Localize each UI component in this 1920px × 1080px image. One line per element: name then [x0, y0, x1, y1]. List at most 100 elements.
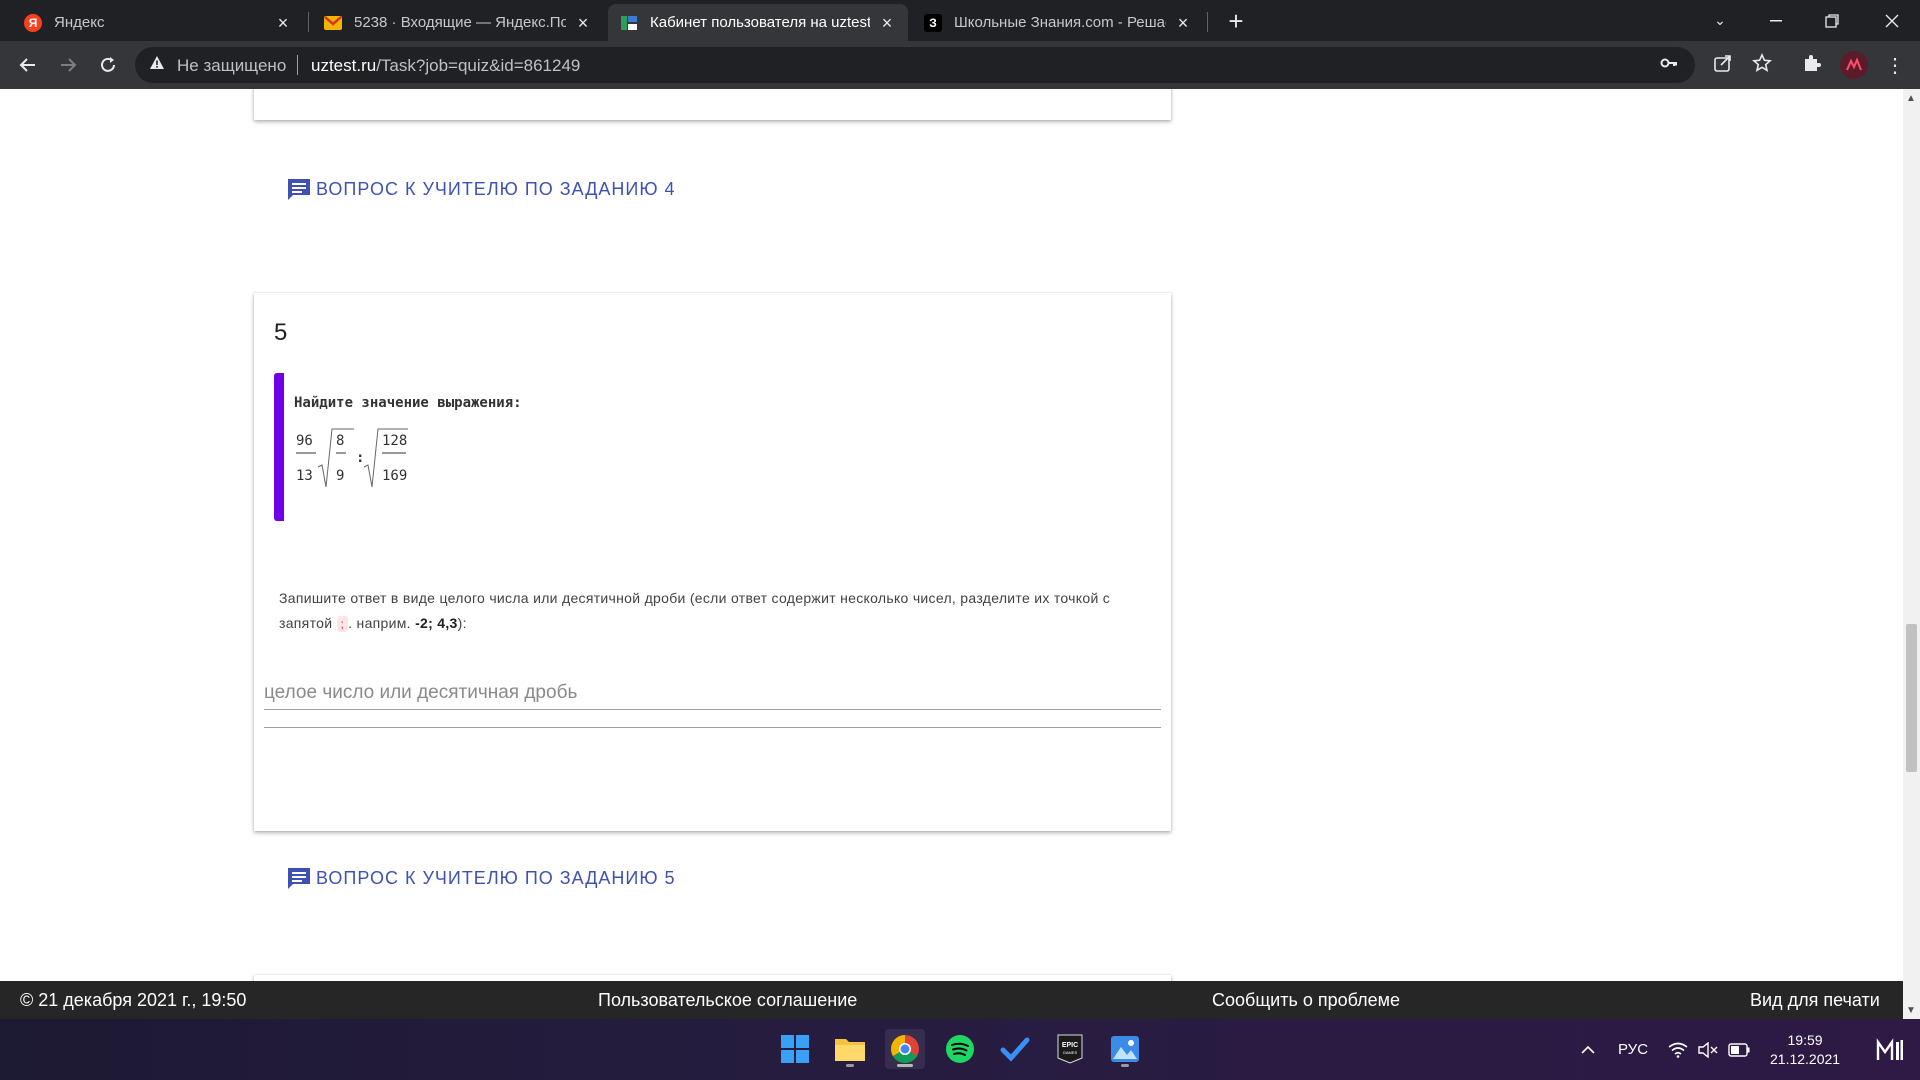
- tab-znanija[interactable]: З Школьные Знания.com - Решаем вместе ×: [912, 4, 1204, 41]
- tab-search-icon[interactable]: ⌄: [1692, 0, 1748, 41]
- wifi-icon[interactable]: [1668, 1019, 1688, 1080]
- profile-avatar[interactable]: [1840, 51, 1868, 79]
- footer-report-link[interactable]: Сообщить о проблеме: [1212, 990, 1400, 1011]
- notifications-icon[interactable]: [1876, 1019, 1904, 1080]
- insecure-label[interactable]: Не защищено: [177, 56, 286, 76]
- active-indicator: [897, 1064, 913, 1067]
- close-tab-icon[interactable]: ×: [274, 14, 292, 32]
- tab-title: Кабинет пользователя на uztest.ru: [650, 14, 870, 31]
- clock-date: 21.12.2021: [1770, 1051, 1841, 1067]
- close-tab-icon[interactable]: ×: [574, 14, 592, 32]
- answer-input[interactable]: [264, 676, 1161, 710]
- root2-numerator: 128: [382, 433, 407, 449]
- svg-text:GAMES: GAMES: [1063, 1050, 1078, 1055]
- checkmark-icon: [1000, 1037, 1030, 1062]
- battery-icon[interactable]: [1728, 1019, 1750, 1080]
- browser-toolbar: Не защищено uztest.ru/Task?job=quiz&id=8…: [0, 41, 1920, 89]
- tab-separator: [308, 12, 309, 32]
- epic-games-button[interactable]: EPIC GAMES: [1050, 1029, 1090, 1069]
- tab-mail[interactable]: 5238 · Входящие — Яндекс.Почта ×: [312, 4, 604, 41]
- tray-overflow-icon[interactable]: [1580, 1019, 1596, 1080]
- semicolon-code: ;: [336, 616, 349, 632]
- volume-muted-icon[interactable]: [1698, 1019, 1718, 1080]
- frac1-numerator: 96: [296, 433, 313, 449]
- question-accent-stripe: [274, 373, 284, 521]
- tab-separator: [1207, 12, 1208, 32]
- url-divider: [297, 55, 298, 75]
- root1-denominator: 9: [336, 468, 344, 484]
- share-icon[interactable]: [1713, 53, 1733, 79]
- svg-text:EPIC: EPIC: [1062, 1042, 1078, 1049]
- epic-games-icon: EPICGAMES: [1057, 1034, 1083, 1064]
- extensions-icon[interactable]: [1802, 53, 1822, 79]
- root2-denominator: 169: [382, 468, 407, 484]
- tab-title: Школьные Знания.com - Решаем вместе: [954, 14, 1166, 31]
- page-footer: © 21 декабря 2021 г., 19:50 Пользователь…: [0, 981, 1903, 1019]
- answer-underline: [264, 727, 1161, 728]
- page-scrollbar[interactable]: [1903, 89, 1920, 1019]
- new-tab-button[interactable]: +: [1222, 8, 1250, 36]
- running-indicator: [846, 1064, 854, 1067]
- close-tab-icon[interactable]: ×: [878, 14, 896, 32]
- tab-yandex[interactable]: Я Яндекс ×: [12, 4, 304, 41]
- chrome-button[interactable]: [885, 1029, 925, 1069]
- url-path: /Task?job=quiz&id=861249: [376, 56, 581, 75]
- back-button[interactable]: [14, 51, 42, 79]
- chat-icon: [288, 179, 310, 200]
- photos-icon: [1111, 1036, 1139, 1062]
- start-button[interactable]: [775, 1029, 815, 1069]
- ask-teacher-link-5[interactable]: Вопрос к учителю по заданию 5: [286, 866, 676, 890]
- running-indicator: [1121, 1064, 1129, 1067]
- division-operator: :: [356, 450, 364, 466]
- windows-taskbar: EPIC GAMES РУС 19:59 21.12.2021: [0, 1019, 1920, 1080]
- instruction-text-mid: . наприм.: [348, 615, 416, 631]
- reload-button[interactable]: [94, 51, 122, 79]
- yandex-icon: Я: [24, 13, 42, 32]
- mail-icon: [324, 14, 342, 32]
- instruction-text-end: ):: [457, 615, 467, 631]
- windows-icon: [781, 1035, 809, 1063]
- tab-title: 5238 · Входящие — Яндекс.Почта: [354, 14, 566, 31]
- math-expression: 96 13 8 9 : 128 169: [296, 428, 408, 488]
- uztest-icon: [620, 14, 638, 32]
- chrome-icon: [891, 1035, 919, 1063]
- ask-teacher-label: Вопрос к учителю по заданию 4: [316, 178, 676, 199]
- forward-button[interactable]: [54, 51, 82, 79]
- scrollbar-thumb[interactable]: [1906, 624, 1917, 772]
- warning-icon[interactable]: [149, 55, 165, 76]
- restore-button[interactable]: [1804, 0, 1860, 41]
- answer-instructions: Запишите ответ в виде целого числа или д…: [279, 586, 1149, 636]
- todo-button[interactable]: [995, 1029, 1035, 1069]
- spotify-button[interactable]: [940, 1029, 980, 1069]
- folder-icon: [835, 1039, 865, 1061]
- chat-icon: [288, 868, 310, 889]
- close-tab-icon[interactable]: ×: [1174, 14, 1192, 32]
- instruction-example: -2; 4,3: [415, 615, 458, 631]
- photos-button[interactable]: [1105, 1029, 1145, 1069]
- file-explorer-button[interactable]: [830, 1029, 870, 1069]
- question-number: 5: [274, 319, 288, 346]
- znanija-icon: З: [924, 13, 942, 32]
- ask-teacher-label: Вопрос к учителю по заданию 5: [316, 867, 676, 888]
- address-bar[interactable]: Не защищено uztest.ru/Task?job=quiz&id=8…: [135, 47, 1695, 83]
- footer-agreement-link[interactable]: Пользовательское соглашение: [598, 990, 857, 1011]
- bookmark-star-icon[interactable]: [1752, 53, 1772, 79]
- system-clock[interactable]: 19:59 21.12.2021: [1770, 1031, 1840, 1069]
- root1-numerator: 8: [336, 433, 344, 449]
- question-heading: Найдите значение выражения:: [294, 395, 522, 411]
- url-text[interactable]: uztest.ru/Task?job=quiz&id=861249: [311, 56, 580, 76]
- language-indicator[interactable]: РУС: [1618, 1019, 1648, 1080]
- footer-print-link[interactable]: Вид для печати: [1750, 990, 1880, 1011]
- close-window-button[interactable]: [1864, 0, 1920, 41]
- scroll-up-arrow[interactable]: ▲: [1906, 93, 1916, 104]
- page-viewport: Вопрос к учителю по заданию 4 5 Найдите …: [0, 89, 1903, 981]
- question-card-5: 5 Найдите значение выражения: 96 13 8 9 …: [254, 293, 1171, 831]
- scroll-down-arrow[interactable]: ▼: [1906, 1005, 1916, 1016]
- clock-time: 19:59: [1787, 1032, 1823, 1048]
- key-icon[interactable]: [1660, 54, 1678, 77]
- url-host: uztest.ru: [311, 56, 377, 75]
- minimize-button[interactable]: [1748, 0, 1804, 41]
- ask-teacher-link-4[interactable]: Вопрос к учителю по заданию 4: [286, 177, 676, 201]
- menu-icon[interactable]: ⋮: [1885, 53, 1905, 78]
- tab-uztest[interactable]: Кабинет пользователя на uztest.ru ×: [608, 4, 908, 41]
